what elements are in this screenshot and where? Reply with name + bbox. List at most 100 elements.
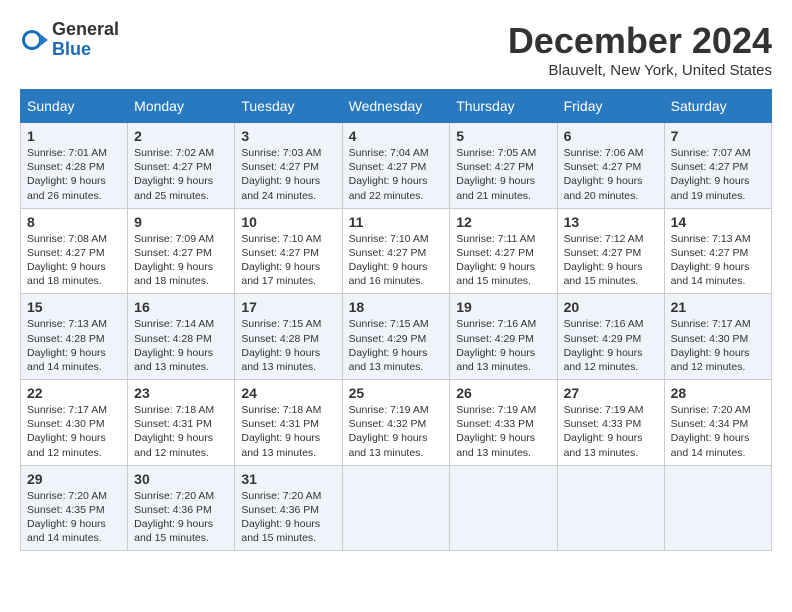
day-number: 18: [349, 299, 444, 315]
days-header-row: SundayMondayTuesdayWednesdayThursdayFrid…: [21, 90, 772, 123]
day-info: Sunrise: 7:19 AMSunset: 4:33 PMDaylight:…: [564, 403, 658, 460]
calendar-cell: 22 Sunrise: 7:17 AMSunset: 4:30 PMDayligh…: [21, 380, 128, 466]
calendar-cell: [664, 465, 771, 551]
day-header-monday: Monday: [128, 90, 235, 123]
calendar-header: SundayMondayTuesdayWednesdayThursdayFrid…: [21, 90, 772, 123]
page-header: General Blue December 2024 Blauvelt, New…: [20, 20, 772, 79]
day-number: 31: [241, 471, 335, 487]
calendar-week-row: 22 Sunrise: 7:17 AMSunset: 4:30 PMDayligh…: [21, 380, 772, 466]
calendar-cell: 28 Sunrise: 7:20 AMSunset: 4:34 PMDayligh…: [664, 380, 771, 466]
calendar-cell: 11 Sunrise: 7:10 AMSunset: 4:27 PMDayligh…: [342, 208, 450, 294]
day-info: Sunrise: 7:17 AMSunset: 4:30 PMDaylight:…: [671, 317, 765, 374]
calendar-cell: 13 Sunrise: 7:12 AMSunset: 4:27 PMDayligh…: [557, 208, 664, 294]
calendar-cell: 27 Sunrise: 7:19 AMSunset: 4:33 PMDayligh…: [557, 380, 664, 466]
day-info: Sunrise: 7:13 AMSunset: 4:28 PMDaylight:…: [27, 317, 121, 374]
calendar-cell: 14Sunrise: 7:13 AMSunset: 4:27 PMDayligh…: [664, 208, 771, 294]
calendar-cell: 1Sunrise: 7:01 AMSunset: 4:28 PMDaylight…: [21, 123, 128, 209]
day-number: 10: [241, 214, 335, 230]
day-header-saturday: Saturday: [664, 90, 771, 123]
calendar-week-row: 15Sunrise: 7:13 AMSunset: 4:28 PMDayligh…: [21, 294, 772, 380]
calendar-cell: 2Sunrise: 7:02 AMSunset: 4:27 PMDaylight…: [128, 123, 235, 209]
calendar-cell: 9Sunrise: 7:09 AMSunset: 4:27 PMDaylight…: [128, 208, 235, 294]
day-info: Sunrise: 7:17 AMSunset: 4:30 PMDaylight:…: [27, 403, 121, 460]
calendar-cell: 26 Sunrise: 7:19 AMSunset: 4:33 PMDayligh…: [450, 380, 557, 466]
day-number: 25: [349, 385, 444, 401]
day-number: 20: [564, 299, 658, 315]
logo-blue-text: Blue: [52, 39, 91, 59]
day-number: 8: [27, 214, 121, 230]
day-info: Sunrise: 7:19 AMSunset: 4:32 PMDaylight:…: [349, 403, 444, 460]
day-number: 28: [671, 385, 765, 401]
calendar-cell: 29 Sunrise: 7:20 AMSunset: 4:35 PMDayligh…: [21, 465, 128, 551]
calendar-cell: 30 Sunrise: 7:20 AMSunset: 4:36 PMDayligh…: [128, 465, 235, 551]
calendar-body: 1Sunrise: 7:01 AMSunset: 4:28 PMDaylight…: [21, 123, 772, 551]
calendar-cell: 7 Sunrise: 7:07 AMSunset: 4:27 PMDaylight…: [664, 123, 771, 209]
day-number: 7: [671, 128, 765, 144]
day-number: 27: [564, 385, 658, 401]
calendar-cell: 24 Sunrise: 7:18 AMSunset: 4:31 PMDayligh…: [235, 380, 342, 466]
day-info: Sunrise: 7:11 AMSunset: 4:27 PMDaylight:…: [456, 232, 550, 289]
title-area: December 2024 Blauvelt, New York, United…: [508, 20, 772, 79]
logo-icon: [20, 26, 48, 54]
day-number: 13: [564, 214, 658, 230]
logo-general-text: General: [52, 19, 119, 39]
month-title: December 2024: [508, 20, 772, 62]
calendar-cell: [450, 465, 557, 551]
day-number: 11: [349, 214, 444, 230]
calendar-cell: 21 Sunrise: 7:17 AMSunset: 4:30 PMDayligh…: [664, 294, 771, 380]
day-info: Sunrise: 7:08 AMSunset: 4:27 PMDaylight:…: [27, 232, 121, 289]
day-info: Sunrise: 7:19 AMSunset: 4:33 PMDaylight:…: [456, 403, 550, 460]
day-info: Sunrise: 7:20 AMSunset: 4:36 PMDaylight:…: [134, 489, 228, 546]
day-header-thursday: Thursday: [450, 90, 557, 123]
day-number: 2: [134, 128, 228, 144]
day-number: 22: [27, 385, 121, 401]
day-number: 1: [27, 128, 121, 144]
day-number: 26: [456, 385, 550, 401]
day-number: 5: [456, 128, 550, 144]
calendar-cell: 19Sunrise: 7:16 AMSunset: 4:29 PMDayligh…: [450, 294, 557, 380]
day-info: Sunrise: 7:10 AMSunset: 4:27 PMDaylight:…: [349, 232, 444, 289]
day-info: Sunrise: 7:20 AMSunset: 4:34 PMDaylight:…: [671, 403, 765, 460]
day-number: 3: [241, 128, 335, 144]
day-number: 14: [671, 214, 765, 230]
day-info: Sunrise: 7:14 AMSunset: 4:28 PMDaylight:…: [134, 317, 228, 374]
calendar-cell: 8 Sunrise: 7:08 AMSunset: 4:27 PMDaylight…: [21, 208, 128, 294]
calendar-cell: 4Sunrise: 7:04 AMSunset: 4:27 PMDaylight…: [342, 123, 450, 209]
day-number: 6: [564, 128, 658, 144]
day-number: 24: [241, 385, 335, 401]
day-info: Sunrise: 7:06 AMSunset: 4:27 PMDaylight:…: [564, 146, 658, 203]
day-info: Sunrise: 7:20 AMSunset: 4:36 PMDaylight:…: [241, 489, 335, 546]
calendar-cell: 20 Sunrise: 7:16 AMSunset: 4:29 PMDayligh…: [557, 294, 664, 380]
calendar-cell: [557, 465, 664, 551]
day-info: Sunrise: 7:09 AMSunset: 4:27 PMDaylight:…: [134, 232, 228, 289]
day-info: Sunrise: 7:20 AMSunset: 4:35 PMDaylight:…: [27, 489, 121, 546]
day-info: Sunrise: 7:18 AMSunset: 4:31 PMDaylight:…: [241, 403, 335, 460]
calendar-cell: 3Sunrise: 7:03 AMSunset: 4:27 PMDaylight…: [235, 123, 342, 209]
day-number: 12: [456, 214, 550, 230]
day-header-sunday: Sunday: [21, 90, 128, 123]
calendar-cell: 10Sunrise: 7:10 AMSunset: 4:27 PMDayligh…: [235, 208, 342, 294]
calendar-table: SundayMondayTuesdayWednesdayThursdayFrid…: [20, 89, 772, 551]
day-header-tuesday: Tuesday: [235, 90, 342, 123]
calendar-cell: 31 Sunrise: 7:20 AMSunset: 4:36 PMDayligh…: [235, 465, 342, 551]
day-number: 30: [134, 471, 228, 487]
location-text: Blauvelt, New York, United States: [508, 62, 772, 79]
day-number: 29: [27, 471, 121, 487]
day-info: Sunrise: 7:12 AMSunset: 4:27 PMDaylight:…: [564, 232, 658, 289]
day-header-wednesday: Wednesday: [342, 90, 450, 123]
day-info: Sunrise: 7:16 AMSunset: 4:29 PMDaylight:…: [564, 317, 658, 374]
calendar-cell: 17Sunrise: 7:15 AMSunset: 4:28 PMDayligh…: [235, 294, 342, 380]
calendar-cell: 6 Sunrise: 7:06 AMSunset: 4:27 PMDaylight…: [557, 123, 664, 209]
calendar-cell: 5 Sunrise: 7:05 AMSunset: 4:27 PMDaylight…: [450, 123, 557, 209]
calendar-cell: 12 Sunrise: 7:11 AMSunset: 4:27 PMDayligh…: [450, 208, 557, 294]
day-info: Sunrise: 7:05 AMSunset: 4:27 PMDaylight:…: [456, 146, 550, 203]
calendar-week-row: 1Sunrise: 7:01 AMSunset: 4:28 PMDaylight…: [21, 123, 772, 209]
calendar-cell: 18Sunrise: 7:15 AMSunset: 4:29 PMDayligh…: [342, 294, 450, 380]
day-info: Sunrise: 7:07 AMSunset: 4:27 PMDaylight:…: [671, 146, 765, 203]
day-number: 16: [134, 299, 228, 315]
calendar-cell: 25 Sunrise: 7:19 AMSunset: 4:32 PMDayligh…: [342, 380, 450, 466]
day-number: 4: [349, 128, 444, 144]
day-number: 17: [241, 299, 335, 315]
day-header-friday: Friday: [557, 90, 664, 123]
day-number: 21: [671, 299, 765, 315]
